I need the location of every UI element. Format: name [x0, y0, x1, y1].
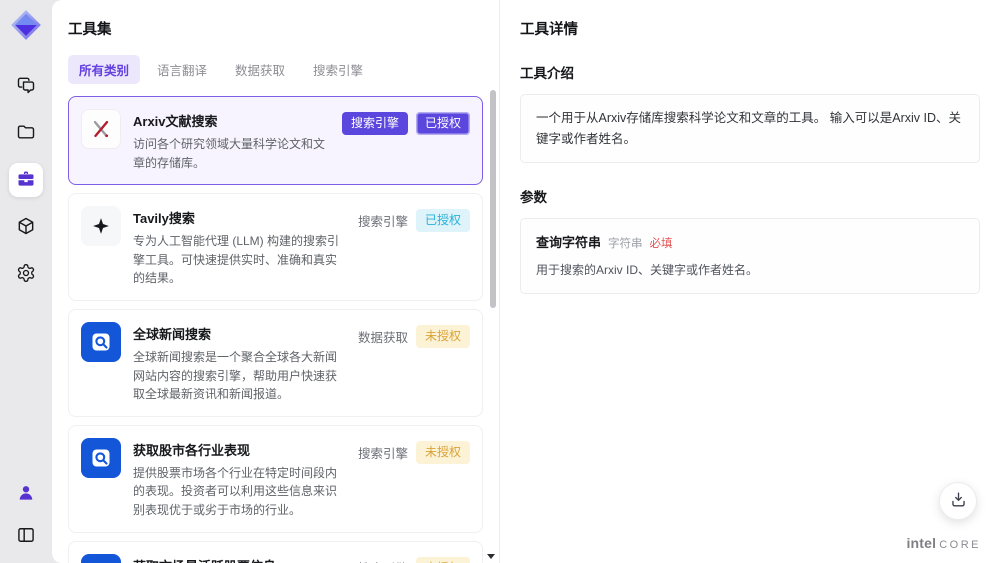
tool-category-badge: 搜索引擎 [341, 112, 408, 135]
intel-core-logo: intel core [906, 535, 981, 551]
tool-badges: 搜索引擎 未授权 [358, 554, 470, 563]
tool-card[interactable]: 全球新闻搜索 全球新闻搜索是一个聚合全球各大新闻网站内容的搜索引擎，帮助用户快速… [68, 308, 483, 417]
page-title: 工具集 [68, 22, 112, 38]
app-root: 工具集 所有类别 语言翻译 数据获取 搜索引擎 Arxiv文献搜索 访问各个研究… [0, 0, 1000, 563]
app-logo crystal-logo-icon [10, 9, 42, 41]
tool-title: Arxiv文献搜索 [133, 114, 218, 129]
user-icon [16, 483, 36, 506]
tool-title: Tavily搜索 [133, 211, 195, 227]
download-icon [949, 490, 968, 512]
tool-category-badge: 搜索引擎 [358, 558, 408, 563]
tool-card-body: 全球新闻搜索 全球新闻搜索是一个聚合全球各大新闻网站内容的搜索引擎，帮助用户快速… [133, 322, 346, 404]
tool-description: 访问各个研究领域大量科学论文和文章的存储库。 [133, 137, 326, 170]
details-title: 工具详情 [520, 22, 578, 38]
split-panel-icon [16, 525, 36, 548]
search-blue-tool-icon [81, 321, 121, 362]
tool-badges: 数据获取 未授权 [358, 322, 470, 348]
category-tabs: 所有类别 语言翻译 数据获取 搜索引擎 [68, 55, 483, 84]
sidebar-item-settings[interactable] [9, 257, 43, 291]
tool-badges: 搜索引擎 未授权 [358, 438, 470, 464]
param-description: 用于搜索的Arxiv ID、关键字或作者姓名。 [536, 263, 759, 278]
tab-search-engine[interactable]: 搜索引擎 [302, 55, 374, 84]
tool-card[interactable]: Arxiv文献搜索 访问各个研究领域大量科学论文和文章的存储库。 搜索引擎 已授… [68, 96, 483, 186]
arxiv-tool-icon [81, 109, 121, 149]
sidebar-item-files[interactable] [9, 116, 43, 150]
tool-list: Arxiv文献搜索 访问各个研究领域大量科学论文和文章的存储库。 搜索引擎 已授… [68, 96, 483, 563]
tool-description: 提供股票市场各个行业在特定时间段内的表现。投资者可以利用这些信息来识别表现优于或… [133, 465, 338, 517]
param-name: 查询字符串 [536, 235, 602, 251]
param-required-badge: 必填 [649, 238, 673, 251]
tool-card-body: Arxiv文献搜索 访问各个研究领域大量科学论文和文章的存储库。 [133, 109, 330, 172]
params-heading: 参数 [520, 190, 547, 206]
tool-card-body: 获取股市各行业表现 提供股票市场各个行业在特定时间段内的表现。投资者可以利用这些… [133, 438, 346, 520]
sidebar [0, 0, 52, 563]
sidebar-item-packages[interactable] [9, 210, 43, 244]
tab-all-categories[interactable]: 所有类别 [68, 55, 141, 84]
tab-data-fetching[interactable]: 数据获取 [224, 55, 296, 84]
chat-icon [16, 75, 36, 98]
param-box: 查询字符串 字符串 必填 用于搜索的Arxiv ID、关键字或作者姓名。 [520, 218, 980, 295]
main-panel: 工具集 所有类别 语言翻译 数据获取 搜索引擎 Arxiv文献搜索 访问各个研究… [52, 0, 1000, 563]
package-icon [16, 216, 36, 239]
tavily-tool-icon [81, 206, 121, 247]
toolbox-icon [16, 169, 36, 192]
tool-auth-badge: 未授权 [415, 556, 470, 563]
tool-category-badge: 搜索引擎 [357, 215, 408, 230]
intro-heading: 工具介绍 [520, 66, 574, 81]
tool-card-body: 获取市场最活跃股票信息 提供当天交易量最高的股票列表。投资者可以利用这些信息来识… [133, 554, 346, 563]
folder-icon [16, 122, 36, 145]
sidebar-nav [9, 69, 43, 291]
tool-details-panel: 工具详情 工具介绍 一个用于从Arxiv存储库搜索科学论文和文章的工具。 输入可… [500, 0, 1000, 563]
param-header: 查询字符串 字符串 必填 [536, 232, 964, 251]
tool-description: 专为人工智能代理 (LLM) 构建的搜索引擎工具。可快速提供实时、准确和真实的结… [133, 234, 340, 286]
tool-card[interactable]: Tavily搜索 专为人工智能代理 (LLM) 构建的搜索引擎工具。可快速提供实… [68, 193, 483, 301]
tool-card[interactable]: 获取市场最活跃股票信息 提供当天交易量最高的股票列表。投资者可以利用这些信息来识… [68, 540, 483, 563]
sidebar-item-tools[interactable] [9, 163, 43, 197]
tool-card-body: Tavily搜索 专为人工智能代理 (LLM) 构建的搜索引擎工具。可快速提供实… [133, 206, 346, 288]
tool-title: 全球新闻搜索 [133, 326, 212, 342]
download-button[interactable] [939, 482, 977, 520]
scroll-down-arrow-icon[interactable] [487, 554, 495, 559]
tool-description: 全球新闻搜索是一个聚合全球各大新闻网站内容的搜索引擎，帮助用户快速获取全球最新资… [133, 349, 338, 402]
tool-card[interactable]: 获取股市各行业表现 提供股票市场各个行业在特定时间段内的表现。投资者可以利用这些… [68, 424, 483, 533]
core-logo-text: core [939, 539, 981, 551]
sidebar-item-collapse[interactable] [9, 519, 43, 553]
tool-list-panel: 工具集 所有类别 语言翻译 数据获取 搜索引擎 Arxiv文献搜索 访问各个研究… [52, 0, 500, 563]
tool-intro-box: 一个用于从Arxiv存储库搜索科学论文和文章的工具。 输入可以是Arxiv ID… [520, 94, 980, 164]
scrollbar-thumb[interactable] [490, 90, 496, 308]
tool-category-badge: 数据获取 [357, 330, 408, 345]
sidebar-item-chat[interactable] [9, 69, 43, 103]
intel-logo-text: intel [906, 535, 937, 551]
search-blue-tool-icon [81, 553, 121, 563]
tool-intro-text: 一个用于从Arxiv存储库搜索科学论文和文章的工具。 输入可以是Arxiv ID… [536, 111, 962, 146]
tool-auth-badge: 已授权 [415, 209, 470, 232]
tool-auth-badge: 未授权 [415, 324, 470, 348]
settings-gear-icon [16, 263, 36, 286]
param-type: 字符串 [608, 238, 643, 251]
tab-language-translation[interactable]: 语言翻译 [146, 55, 218, 84]
sidebar-item-profile[interactable] [9, 477, 43, 511]
tool-title: 获取股市各行业表现 [133, 442, 251, 458]
tool-title: 获取市场最活跃股票信息 [133, 556, 346, 563]
tool-category-badge: 搜索引擎 [357, 446, 408, 461]
tool-auth-badge: 未授权 [415, 440, 470, 464]
tool-auth-badge: 已授权 [415, 112, 470, 135]
search-blue-tool-icon [81, 437, 121, 478]
tool-badges: 搜索引擎 已授权 [358, 206, 470, 232]
sidebar-bottom [9, 477, 43, 553]
tool-badges: 搜索引擎 已授权 [341, 109, 470, 135]
